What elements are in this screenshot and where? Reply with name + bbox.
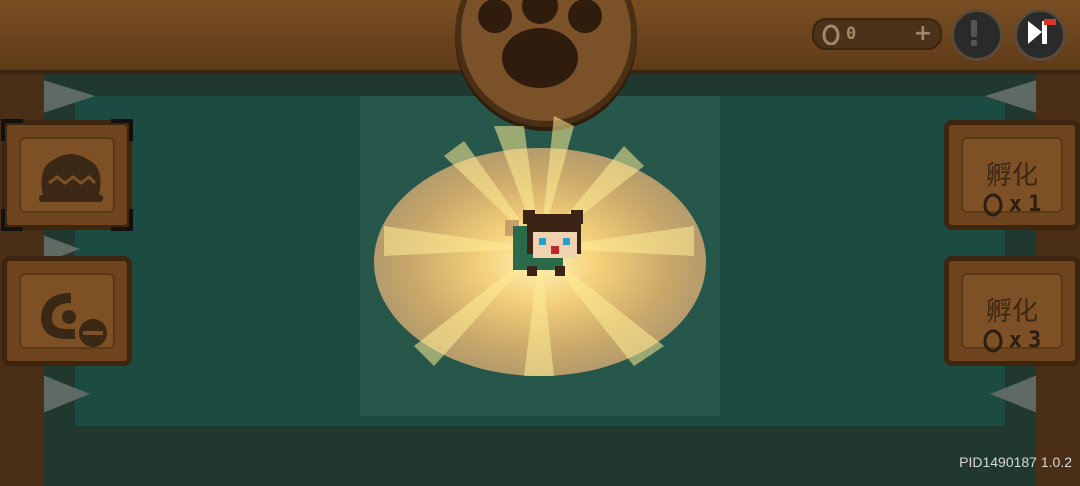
- build-info: PID1490187 1.0.2: [959, 454, 1072, 470]
- hatch-count: 3: [1028, 327, 1042, 353]
- incubator-card[interactable]: [2, 256, 132, 366]
- card-inner: 孵化 x 3: [961, 273, 1063, 353]
- egg-icon: [983, 329, 1003, 353]
- pixel-dog-pet[interactable]: [497, 210, 593, 282]
- egg-basket-card[interactable]: [1, 119, 133, 231]
- game-screen: 0 + 孵化 x 1 孵化 x 3 PID1490187 1.0.2: [0, 0, 1080, 486]
- alert-button[interactable]: [951, 9, 1003, 61]
- egg-currency-icon: [822, 24, 840, 45]
- selector-corner: [1, 209, 23, 231]
- selector-corner: [111, 119, 133, 141]
- selector-corner: [1, 119, 23, 141]
- hatch-label: 孵化: [985, 297, 1038, 327]
- paw-icon: [478, 0, 602, 88]
- currency-counter[interactable]: 0 +: [812, 18, 942, 50]
- paw-medallion: [455, 0, 637, 127]
- hatch-cost: x 3: [963, 327, 1061, 353]
- hatch-cost: x 1: [963, 191, 1061, 217]
- multiplier-sign: x: [1008, 327, 1022, 353]
- add-currency-button[interactable]: +: [914, 21, 932, 46]
- egg-icon: [983, 193, 1003, 217]
- exclamation-icon: [971, 20, 977, 46]
- card-inner: 孵化 x 1: [961, 137, 1063, 217]
- hatch-one-button[interactable]: 孵化 x 1: [944, 120, 1080, 230]
- multiplier-sign: x: [1008, 191, 1022, 217]
- skip-button[interactable]: [1014, 9, 1066, 61]
- selector-corner: [111, 209, 133, 231]
- swirl-lock-icon: [41, 293, 107, 347]
- hatch-three-button[interactable]: 孵化 x 3: [944, 256, 1080, 366]
- currency-amount: 0: [846, 24, 857, 44]
- egg-nest-icon: [39, 154, 103, 202]
- card-inner: [19, 273, 115, 349]
- card-inner: [19, 137, 115, 213]
- fast-forward-icon: [1028, 19, 1056, 44]
- hatch-count: 1: [1028, 191, 1042, 217]
- hatch-label: 孵化: [985, 161, 1038, 191]
